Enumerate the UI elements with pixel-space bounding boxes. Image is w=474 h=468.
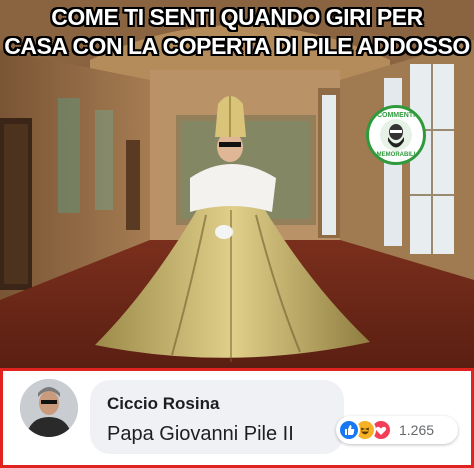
- meme-caption-line-2: CASA CON LA COPERTA DI PILE ADDOSSO: [4, 33, 470, 59]
- avatar[interactable]: [20, 379, 78, 437]
- reaction-summary[interactable]: 1.265: [336, 416, 458, 444]
- profile-photo-icon: [20, 379, 78, 437]
- reaction-count: 1.265: [399, 422, 435, 438]
- comment-bubble[interactable]: Ciccio Rosina Papa Giovanni Pile II: [90, 380, 344, 454]
- highlighted-comment: Ciccio Rosina Papa Giovanni Pile II 1.26…: [0, 368, 474, 468]
- meme-post: COME TI SENTI QUANDO GIRI PER CASA CON L…: [0, 0, 474, 468]
- badge-bottom-text: MEMORABILI: [376, 152, 416, 158]
- commenti-memorabili-logo: COMMENTI MEMORABILI: [366, 105, 426, 165]
- comment-author[interactable]: Ciccio Rosina: [107, 394, 219, 414]
- meme-caption-line-1: COME TI SENTI QUANDO GIRI PER: [51, 4, 423, 30]
- comment-text: Papa Giovanni Pile II: [107, 423, 294, 445]
- like-icon: [338, 419, 360, 441]
- meme-image: COME TI SENTI QUANDO GIRI PER CASA CON L…: [0, 0, 474, 368]
